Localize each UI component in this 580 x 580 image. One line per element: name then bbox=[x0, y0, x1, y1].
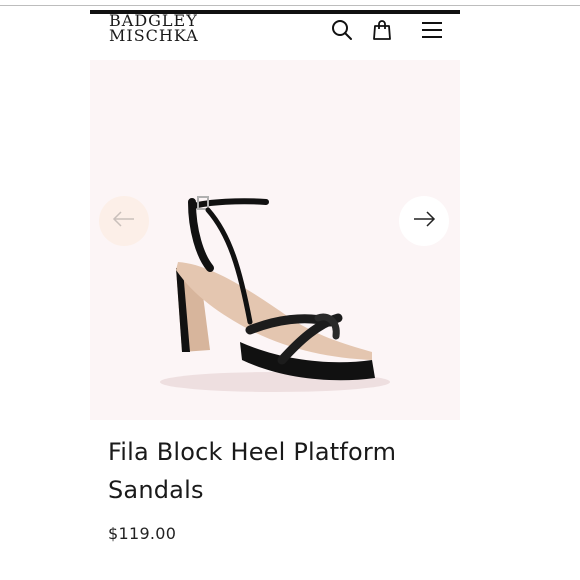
product-title: Fila Block Heel Platform Sandals bbox=[108, 438, 397, 504]
arrow-right-icon bbox=[412, 211, 436, 231]
product-image-gallery[interactable] bbox=[90, 60, 460, 420]
search-icon[interactable] bbox=[330, 18, 354, 42]
sandal-product-image bbox=[160, 196, 390, 392]
gallery-next-button[interactable] bbox=[399, 196, 449, 246]
product-price: $119.00 bbox=[108, 524, 177, 543]
arrow-left-icon bbox=[112, 211, 136, 231]
brand-line-2: MISCHKA bbox=[109, 26, 199, 45]
shopping-bag-icon[interactable] bbox=[370, 18, 394, 42]
top-divider bbox=[0, 5, 580, 6]
brand-logo[interactable]: BADGLEY MISCHKA bbox=[109, 13, 199, 45]
hamburger-menu-icon[interactable] bbox=[420, 18, 444, 42]
gallery-prev-button[interactable] bbox=[99, 196, 149, 246]
